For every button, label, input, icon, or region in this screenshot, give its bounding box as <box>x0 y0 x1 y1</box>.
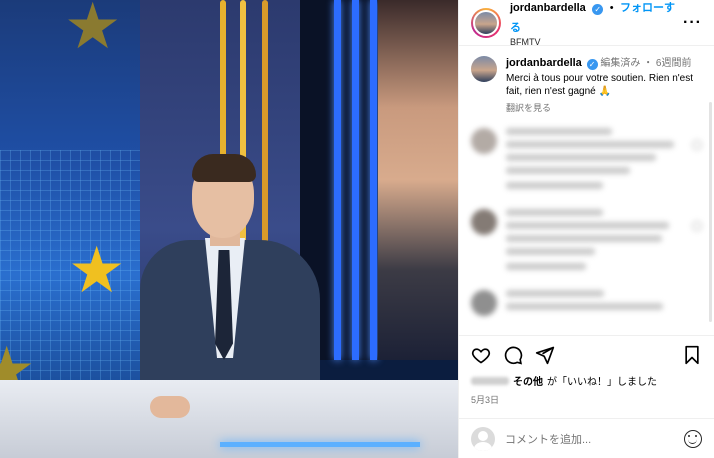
photo-blue-bar <box>352 0 359 360</box>
more-options-icon[interactable]: ··· <box>683 14 702 32</box>
caption-body: Merci à tous pour votre soutien. Rien n'… <box>506 72 694 98</box>
emoji-icon[interactable] <box>684 429 702 448</box>
verified-badge-icon: ✓ <box>586 59 598 70</box>
post-photo[interactable]: ★ ★ ★ <box>0 0 458 458</box>
caption: jordanbardella ✓ 編集済み ・ 6週間前 Merci à tou… <box>471 56 702 114</box>
comment-text-blurred <box>506 127 683 195</box>
header-username[interactable]: jordanbardella <box>510 2 586 14</box>
comment-item <box>471 208 702 276</box>
verified-badge-icon: ✓ <box>592 3 604 15</box>
caption-username[interactable]: jordanbardella <box>506 57 582 69</box>
avatar <box>473 9 499 36</box>
likes-summary[interactable]: その他 が「いいね！」しました <box>471 373 702 388</box>
comment-avatar <box>471 289 497 316</box>
separator-dot: • <box>609 1 614 14</box>
separator-dot: ・ <box>643 58 654 69</box>
heart-icon[interactable] <box>471 345 491 365</box>
send-icon[interactable] <box>535 345 555 365</box>
action-icons <box>471 345 702 365</box>
caption-edited: 編集済み <box>600 58 641 69</box>
photo-desk-glow <box>220 442 420 447</box>
add-comment-bar: コメントを追加... <box>459 418 714 458</box>
photo-blue-bar <box>370 0 377 360</box>
star-shape: ★ <box>68 234 126 306</box>
scrollbar[interactable] <box>709 102 712 322</box>
likes-others[interactable]: その他 <box>513 373 543 388</box>
likes-text: が「いいね！」しました <box>547 377 657 388</box>
header-text: jordanbardella ✓ • フォローする BFMTV <box>510 0 683 48</box>
person-hair <box>192 154 256 182</box>
comment-text-blurred <box>506 208 683 276</box>
instagram-post: ★ ★ ★ jordanbardella ✓ • フォローする BFMTV ··… <box>0 0 714 458</box>
star-shape: ★ <box>64 0 122 62</box>
translate-link[interactable]: 翻訳を見る <box>506 102 702 114</box>
person-hand <box>150 396 190 418</box>
photo-blue-bar <box>334 0 341 360</box>
comment-text-blurred <box>506 289 702 316</box>
comment-icon[interactable] <box>503 345 523 365</box>
post-date[interactable]: 5月3日 <box>471 393 702 406</box>
comment-heart-icon <box>692 220 702 231</box>
story-avatar[interactable] <box>471 7 501 38</box>
photo-screen-portrait <box>378 0 458 360</box>
comment-input[interactable]: コメントを追加... <box>505 431 674 447</box>
caption-avatar[interactable] <box>471 56 497 82</box>
comment-avatar <box>471 208 497 235</box>
caption-time[interactable]: 6週間前 <box>656 58 692 69</box>
comment-item <box>471 127 702 195</box>
bookmark-icon[interactable] <box>682 345 702 365</box>
post-side-panel: jordanbardella ✓ • フォローする BFMTV ··· jord… <box>458 0 714 458</box>
comment-item <box>471 289 702 316</box>
comment-avatar <box>471 127 497 154</box>
caption-text-block: jordanbardella ✓ 編集済み ・ 6週間前 Merci à tou… <box>506 56 702 114</box>
comment-heart-icon <box>692 139 702 150</box>
post-actions: その他 が「いいね！」しました 5月3日 <box>459 335 714 410</box>
liker-name-blurred <box>471 376 509 385</box>
user-avatar-placeholder <box>471 426 495 451</box>
post-header: jordanbardella ✓ • フォローする BFMTV ··· <box>459 0 714 48</box>
comments-section: jordanbardella ✓ 編集済み ・ 6週間前 Merci à tou… <box>459 46 714 335</box>
